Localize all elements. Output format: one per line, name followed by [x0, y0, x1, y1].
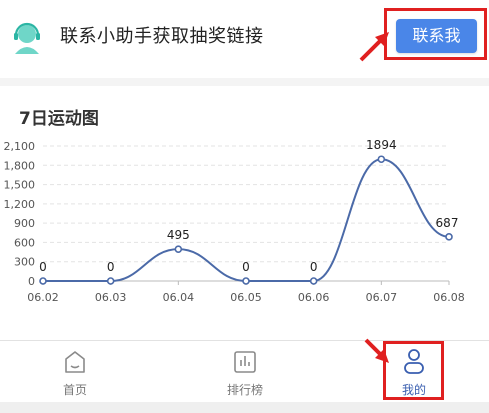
contact-banner: 联系小助手获取抽奖链接 联系我	[0, 0, 489, 78]
y-tick-label: 300	[14, 256, 35, 269]
tab-ranking[interactable]: 排行榜	[205, 341, 285, 403]
y-tick-label: 1,200	[4, 198, 36, 211]
bottom-strip	[0, 402, 489, 413]
y-tick-label: 1,500	[4, 179, 36, 192]
line-chart: 0 300 600 900 1,200 1,500 1,800 2,100 06.02 06.0…	[4, 138, 465, 304]
data-label: 1894	[366, 138, 397, 152]
data-point	[377, 155, 386, 164]
bar-chart-icon	[234, 351, 256, 373]
data-label: 687	[436, 216, 459, 230]
tab-home-label: 首页	[62, 383, 87, 397]
data-point	[106, 277, 115, 285]
y-tick-label: 900	[14, 217, 35, 230]
x-tick-label: 06.06	[298, 291, 330, 304]
data-label: 0	[39, 260, 47, 274]
x-tick-label: 06.05	[230, 291, 262, 304]
data-point	[309, 277, 318, 285]
annotation-arrow-mine	[364, 338, 389, 363]
x-tick-label: 06.07	[366, 291, 398, 304]
user-icon	[404, 349, 424, 374]
banner-text: 联系小助手获取抽奖链接	[60, 26, 264, 47]
data-label: 495	[167, 228, 190, 242]
data-point	[174, 245, 183, 253]
x-tick-label: 06.03	[95, 291, 127, 304]
chart-card: 7日运动图 0 300 600 900 1,200 1,500 1,800 2,100 06.…	[0, 86, 489, 340]
data-label: 0	[242, 260, 250, 274]
headset-avatar-icon	[14, 22, 40, 54]
data-label: 0	[310, 260, 318, 274]
y-tick-label: 0	[28, 275, 35, 288]
annotation-arrow-contact	[359, 32, 389, 62]
y-tick-label: 1,800	[4, 159, 36, 172]
data-point	[242, 277, 250, 285]
bottom-tab-bar: 首页 排行榜 我的	[0, 340, 489, 402]
tab-mine-label: 我的	[401, 383, 426, 397]
data-label: 0	[107, 260, 115, 274]
x-tick-label: 06.08	[433, 291, 465, 304]
x-tick-label: 06.04	[163, 291, 195, 304]
data-point	[445, 233, 453, 241]
contact-me-button[interactable]: 联系我	[396, 19, 477, 53]
y-tick-label: 600	[14, 236, 35, 249]
x-tick-label: 06.02	[27, 291, 59, 304]
home-icon	[65, 351, 85, 373]
data-point	[39, 277, 47, 285]
y-tick-label: 2,100	[4, 140, 36, 153]
tab-ranking-label: 排行榜	[226, 383, 263, 397]
tab-home[interactable]: 首页	[35, 341, 115, 403]
